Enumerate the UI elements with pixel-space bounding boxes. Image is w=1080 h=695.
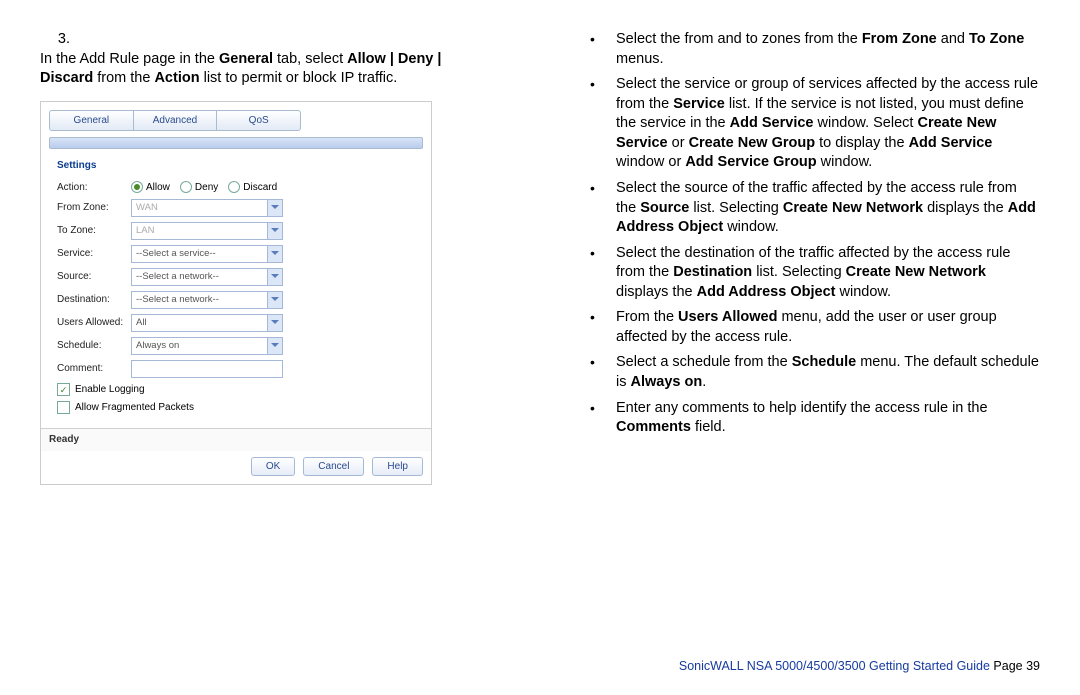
- radio-allow[interactable]: Allow: [131, 181, 170, 195]
- to-zone-select[interactable]: LAN: [131, 222, 283, 240]
- footer-guide-title: SonicWALL NSA 5000/4500/3500 Getting Sta…: [679, 659, 990, 673]
- step-text: In the Add Rule page in the General tab,…: [40, 50, 480, 89]
- chevron-down-icon: [267, 315, 282, 331]
- comment-input[interactable]: [131, 360, 283, 378]
- radio-deny[interactable]: Deny: [180, 181, 218, 195]
- chevron-down-icon: [267, 338, 282, 354]
- destination-select[interactable]: --Select a network--: [131, 291, 283, 309]
- left-column: 3. In the Add Rule page in the General t…: [40, 30, 520, 485]
- dialog-header-bar: [49, 137, 423, 149]
- bullet-item: Select the service or group of services …: [560, 75, 1040, 173]
- chevron-down-icon: [267, 269, 282, 285]
- cancel-button[interactable]: Cancel: [303, 457, 364, 477]
- tab-general[interactable]: General: [50, 111, 134, 131]
- dialog-tabs: General Advanced QoS: [49, 110, 301, 132]
- add-rule-dialog: General Advanced QoS Settings Action: Al…: [40, 101, 432, 486]
- bullet-item: Select the destination of the traffic af…: [560, 244, 1040, 303]
- chevron-down-icon: [267, 223, 282, 239]
- source-select[interactable]: --Select a network--: [131, 268, 283, 286]
- radio-discard[interactable]: Discard: [228, 181, 277, 195]
- schedule-select[interactable]: Always on: [131, 337, 283, 355]
- chevron-down-icon: [267, 246, 282, 262]
- step-number: 3.: [40, 30, 70, 50]
- bullet-item: Select a schedule from the Schedule menu…: [560, 353, 1040, 392]
- allow-fragmented-checkbox[interactable]: Allow Fragmented Packets: [57, 401, 415, 415]
- right-column: Select the from and to zones from the Fr…: [560, 30, 1040, 485]
- step-3: 3. In the Add Rule page in the General t…: [40, 30, 520, 89]
- chevron-down-icon: [267, 200, 282, 216]
- from-zone-select[interactable]: WAN: [131, 199, 283, 217]
- row-action: Action: Allow Deny Discard: [57, 181, 415, 195]
- page-footer: SonicWALL NSA 5000/4500/3500 Getting Sta…: [679, 659, 1040, 673]
- settings-header: Settings: [57, 159, 423, 173]
- chevron-down-icon: [267, 292, 282, 308]
- bullet-list: Select the from and to zones from the Fr…: [560, 30, 1040, 438]
- enable-logging-checkbox[interactable]: ✓Enable Logging: [57, 383, 415, 397]
- ok-button[interactable]: OK: [251, 457, 295, 477]
- status-bar: Ready: [41, 428, 431, 451]
- users-allowed-select[interactable]: All: [131, 314, 283, 332]
- service-select[interactable]: --Select a service--: [131, 245, 283, 263]
- tab-advanced[interactable]: Advanced: [134, 111, 218, 131]
- bullet-item: From the Users Allowed menu, add the use…: [560, 308, 1040, 347]
- bullet-item: Select the from and to zones from the Fr…: [560, 30, 1040, 69]
- footer-page-number: Page 39: [990, 659, 1040, 673]
- bullet-item: Enter any comments to help identify the …: [560, 399, 1040, 438]
- bullet-item: Select the source of the traffic affecte…: [560, 179, 1040, 238]
- tab-qos[interactable]: QoS: [217, 111, 300, 131]
- help-button[interactable]: Help: [372, 457, 423, 477]
